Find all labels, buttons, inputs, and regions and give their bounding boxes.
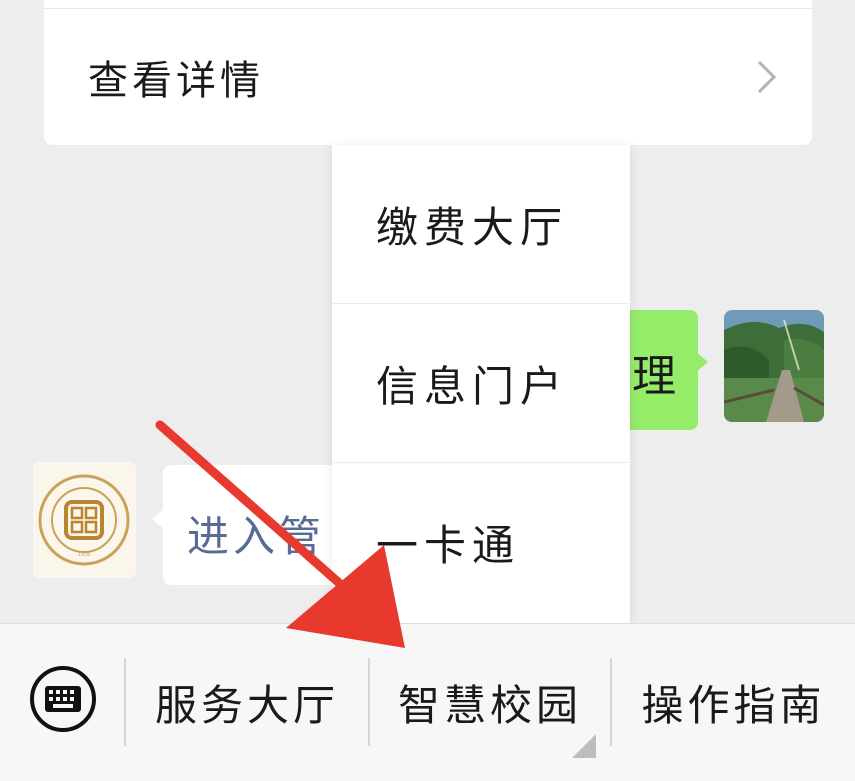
chat-screen: 查看详情 理 1958 进入管 缴费大厅 信息门户 一卡通 服务大厅 智慧校园 … (0, 0, 855, 781)
article-card: 查看详情 (44, 0, 812, 145)
menu-item-payment-hall[interactable]: 缴费大厅 (332, 145, 630, 304)
outgoing-message-text: 理 (632, 351, 676, 402)
view-details-row[interactable]: 查看详情 (44, 9, 812, 145)
tab-service-hall[interactable]: 服务大厅 (126, 658, 368, 746)
svg-text:1958: 1958 (78, 552, 91, 558)
tab-operation-guide[interactable]: 操作指南 (612, 658, 855, 746)
keyboard-icon[interactable] (30, 666, 96, 732)
chevron-right-icon (756, 59, 778, 95)
submenu-indicator-icon (572, 734, 596, 758)
university-logo-avatar[interactable]: 1958 (33, 462, 136, 578)
tab-smart-campus[interactable]: 智慧校园 (370, 658, 610, 746)
menu-item-campus-card[interactable]: 一卡通 (332, 463, 630, 622)
enter-management-link[interactable]: 进入管 (187, 503, 325, 564)
user-avatar[interactable] (724, 310, 824, 422)
menu-item-info-portal[interactable]: 信息门户 (332, 304, 630, 463)
official-account-menu-bar: 服务大厅 智慧校园 操作指南 (0, 623, 855, 781)
view-details-label: 查看详情 (88, 58, 264, 104)
submenu-popup: 缴费大厅 信息门户 一卡通 (332, 145, 630, 623)
